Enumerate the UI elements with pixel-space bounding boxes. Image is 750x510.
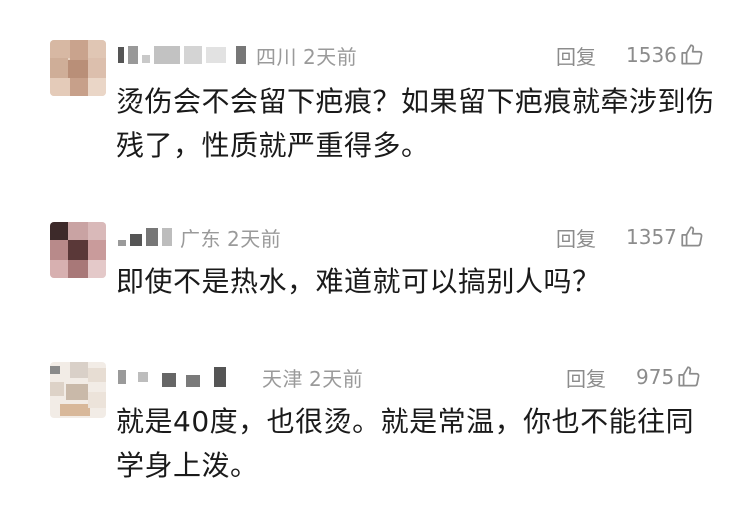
comment-location: 广东 (180, 226, 221, 251)
comment-meta: 四川 2天前 (118, 38, 357, 72)
thumbs-up-icon[interactable] (676, 364, 702, 390)
comment-location: 四川 (256, 44, 297, 69)
reply-button[interactable]: 回复 (556, 41, 596, 70)
comment-text: 就是40度，也很烫。就是常温，你也不能往同学身上泼。 (116, 405, 695, 482)
comment-time: 2天前 (303, 44, 358, 69)
comment-meta: 天津 2天前 (118, 360, 363, 394)
avatar[interactable] (50, 40, 106, 96)
thumbs-up-icon[interactable] (679, 224, 705, 250)
comment-meta: 广东 2天前 (118, 220, 281, 254)
comment-time: 2天前 (309, 366, 364, 391)
comment-actions: 回复 1536 (556, 38, 705, 72)
reply-button[interactable]: 回复 (556, 223, 596, 252)
comment-location: 天津 (262, 366, 303, 391)
username-redacted[interactable] (118, 367, 230, 387)
like-count: 1536 (626, 43, 677, 67)
avatar[interactable] (50, 222, 106, 278)
avatar[interactable] (50, 362, 106, 418)
like-count: 1357 (626, 225, 677, 249)
comment-actions: 回复 1357 (556, 220, 705, 254)
thumbs-up-icon[interactable] (679, 42, 705, 68)
comment-time: 2天前 (227, 226, 282, 251)
username-redacted[interactable] (118, 45, 250, 65)
like-count: 975 (636, 365, 675, 389)
comment-text: 即使不是热水，难道就可以搞别人吗？ (116, 265, 601, 298)
username-redacted[interactable] (118, 227, 176, 247)
comment-actions: 回复 975 (566, 360, 702, 394)
reply-button[interactable]: 回复 (566, 363, 606, 392)
comment-text: 烫伤会不会留下疤痕？如果留下疤痕就牵涉到伤残了，性质就严重得多。 (116, 85, 715, 162)
